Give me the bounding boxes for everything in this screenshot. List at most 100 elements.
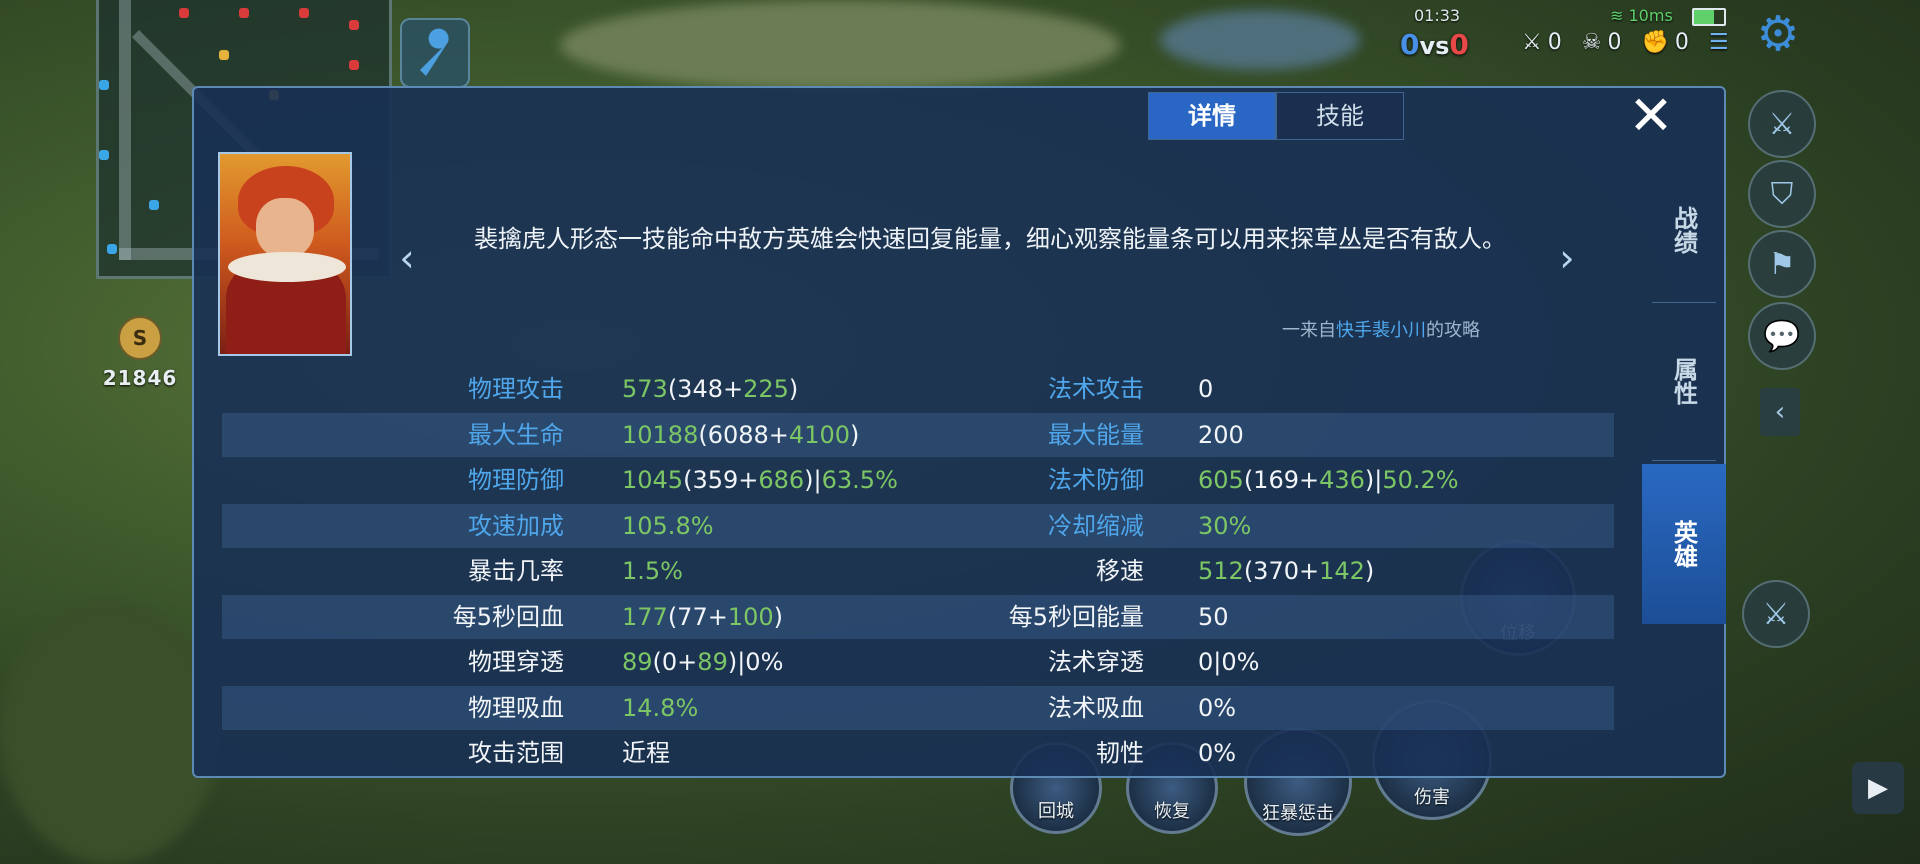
side-tab-attributes[interactable]: 属性 [1642, 306, 1726, 456]
stat-value-part: (169+ [1243, 466, 1320, 494]
stat-row: 攻击范围 近程 韧性 0% [222, 731, 1614, 775]
stat-value-part: 605 [1198, 466, 1244, 494]
stat-value: 177(77+100) [622, 595, 783, 639]
stat-value: 14.8% [622, 686, 698, 730]
death-count: 0 [1607, 30, 1622, 55]
stat-value: 30% [1198, 504, 1251, 548]
hero-portrait [218, 152, 352, 356]
minimap-enemy-tower [299, 8, 309, 18]
stat-value: 50 [1198, 595, 1229, 639]
fist-icon: ✊ [1641, 30, 1669, 55]
stat-value-part: 89 [697, 648, 728, 676]
chevron-left-icon[interactable]: ‹ [1760, 388, 1800, 436]
stat-value: 0% [1198, 686, 1236, 730]
stat-row: 攻速加成 105.8% 冷却缩减 30% [222, 503, 1614, 548]
damage-skill-label: 伤害 [1414, 787, 1450, 808]
stat-value: 1045(359+686)|63.5% [622, 458, 898, 502]
stat-label: 最大生命 [468, 420, 564, 449]
stat-value-part: 573 [622, 375, 668, 403]
stat-value-part: 近程 [622, 739, 670, 767]
score-vs: vs [1419, 32, 1450, 60]
minimap-enemy-tower [349, 60, 359, 70]
stat-value-part: (370+ [1243, 557, 1320, 585]
stat-value: 605(169+436)|50.2% [1198, 458, 1459, 502]
tab-details[interactable]: 详情 [1148, 92, 1276, 140]
stat-label: 物理攻击 [468, 375, 564, 403]
stat-label: 物理吸血 [468, 693, 564, 722]
side-tab-hero[interactable]: 英雄 [1642, 464, 1726, 624]
stat-value: 89(0+89)|0% [622, 640, 783, 684]
stat-label: 物理穿透 [468, 648, 564, 676]
stat-row: 最大生命 10188(6088+4100) 最大能量 200 [222, 412, 1614, 457]
chat-icon[interactable]: 💬 [1748, 302, 1816, 370]
wifi-icon: ≋ [1610, 6, 1624, 25]
chevron-right-icon[interactable]: › [1552, 236, 1582, 280]
stat-value-part: 0% [1198, 693, 1237, 722]
tip-source-author[interactable]: 快手裴小川 [1336, 320, 1426, 341]
stat-row: 每5秒回血 177(77+100) 每5秒回能量 50 [222, 594, 1614, 639]
minimap-enemy-tower [239, 8, 249, 18]
stat-value-part: 89 [622, 648, 653, 676]
side-tab-record[interactable]: 战绩 [1642, 160, 1726, 300]
tab-skills[interactable]: 技能 [1276, 92, 1404, 140]
assist-count: 0 [1674, 30, 1689, 55]
stat-value-part: 0% [1198, 739, 1237, 767]
gear-icon[interactable]: ⚙ [1752, 8, 1804, 60]
stat-label: 暴击几率 [468, 557, 564, 585]
stat-value-part: 50 [1198, 602, 1229, 631]
stat-label: 每5秒回能量 [1008, 602, 1144, 631]
stat-row: 物理穿透 89(0+89)|0% 法术穿透 0|0% [222, 640, 1614, 684]
stat-row: 物理攻击 573(348+225) 法术攻击 0 [222, 367, 1614, 411]
kda-counter[interactable]: ⚔ 0 ☠ 0 ✊ 0 ☰ [1522, 30, 1729, 55]
stat-value-part: (77+ [667, 602, 728, 631]
stat-value-part: 436 [1319, 466, 1365, 494]
stat-value-part: 200 [1198, 420, 1244, 449]
stat-value-part: 63.5% [821, 466, 898, 494]
shield-icon[interactable]: ⛉ [1748, 160, 1816, 228]
latency-value: 10ms [1628, 6, 1673, 25]
stat-label: 移速 [1096, 557, 1144, 585]
minimap-ally-tower [99, 150, 109, 160]
stat-value-part: 177 [622, 602, 668, 631]
minimap-ally-tower [149, 200, 159, 210]
stat-label: 法术攻击 [1048, 375, 1144, 403]
background-river [1160, 10, 1360, 70]
stat-value-part: 512 [1198, 557, 1244, 585]
background-terrain [560, 0, 1120, 90]
stat-value-part: 105.8% [622, 511, 714, 540]
gold-counter[interactable]: S 21846 [100, 316, 180, 410]
attack-mode-icon[interactable]: ⚔ [1748, 90, 1816, 158]
tip-source-prefix: 一来自 [1282, 320, 1336, 341]
stat-value: 近程 [622, 731, 670, 775]
background-grass [0, 600, 220, 864]
tower-focus-icon[interactable]: ⚔ [1742, 580, 1810, 648]
stat-label: 法术防御 [1048, 466, 1144, 494]
score-blue: 0 [1400, 28, 1420, 61]
recall-label: 回城 [1038, 801, 1074, 822]
minimap-enemy-tower [349, 20, 359, 30]
stat-value-part: 4100 [788, 420, 850, 449]
stat-value: 0|0% [1198, 640, 1259, 684]
stat-label: 最大能量 [1048, 420, 1144, 449]
stat-label: 法术穿透 [1048, 648, 1144, 676]
stat-value: 1.5% [622, 549, 683, 593]
stat-value: 573(348+225) [622, 367, 798, 411]
stat-value-part: 10188 [622, 420, 699, 449]
close-icon[interactable]: ✕ [1618, 89, 1684, 143]
stat-label: 物理防御 [468, 466, 564, 494]
minimap-ally-tower [107, 244, 117, 254]
tip-source-suffix: 的攻略 [1426, 320, 1480, 341]
camera-icon[interactable]: ▶ [1852, 762, 1904, 814]
stat-value: 0% [1198, 731, 1236, 775]
minimap-ally-tower [99, 80, 109, 90]
panel-tabs: 详情 技能 [1148, 92, 1404, 140]
kill-count: 0 [1547, 30, 1562, 55]
list-icon[interactable]: ☰ [1709, 30, 1729, 55]
stat-label: 法术吸血 [1048, 693, 1144, 722]
chevron-left-icon[interactable]: ‹ [392, 236, 422, 280]
wrench-icon[interactable] [400, 18, 470, 88]
stat-label: 韧性 [1096, 739, 1144, 767]
stat-value-part: )| [1364, 466, 1383, 494]
flag-icon[interactable]: ⚑ [1748, 230, 1816, 298]
minimap-enemy-tower [179, 8, 189, 18]
